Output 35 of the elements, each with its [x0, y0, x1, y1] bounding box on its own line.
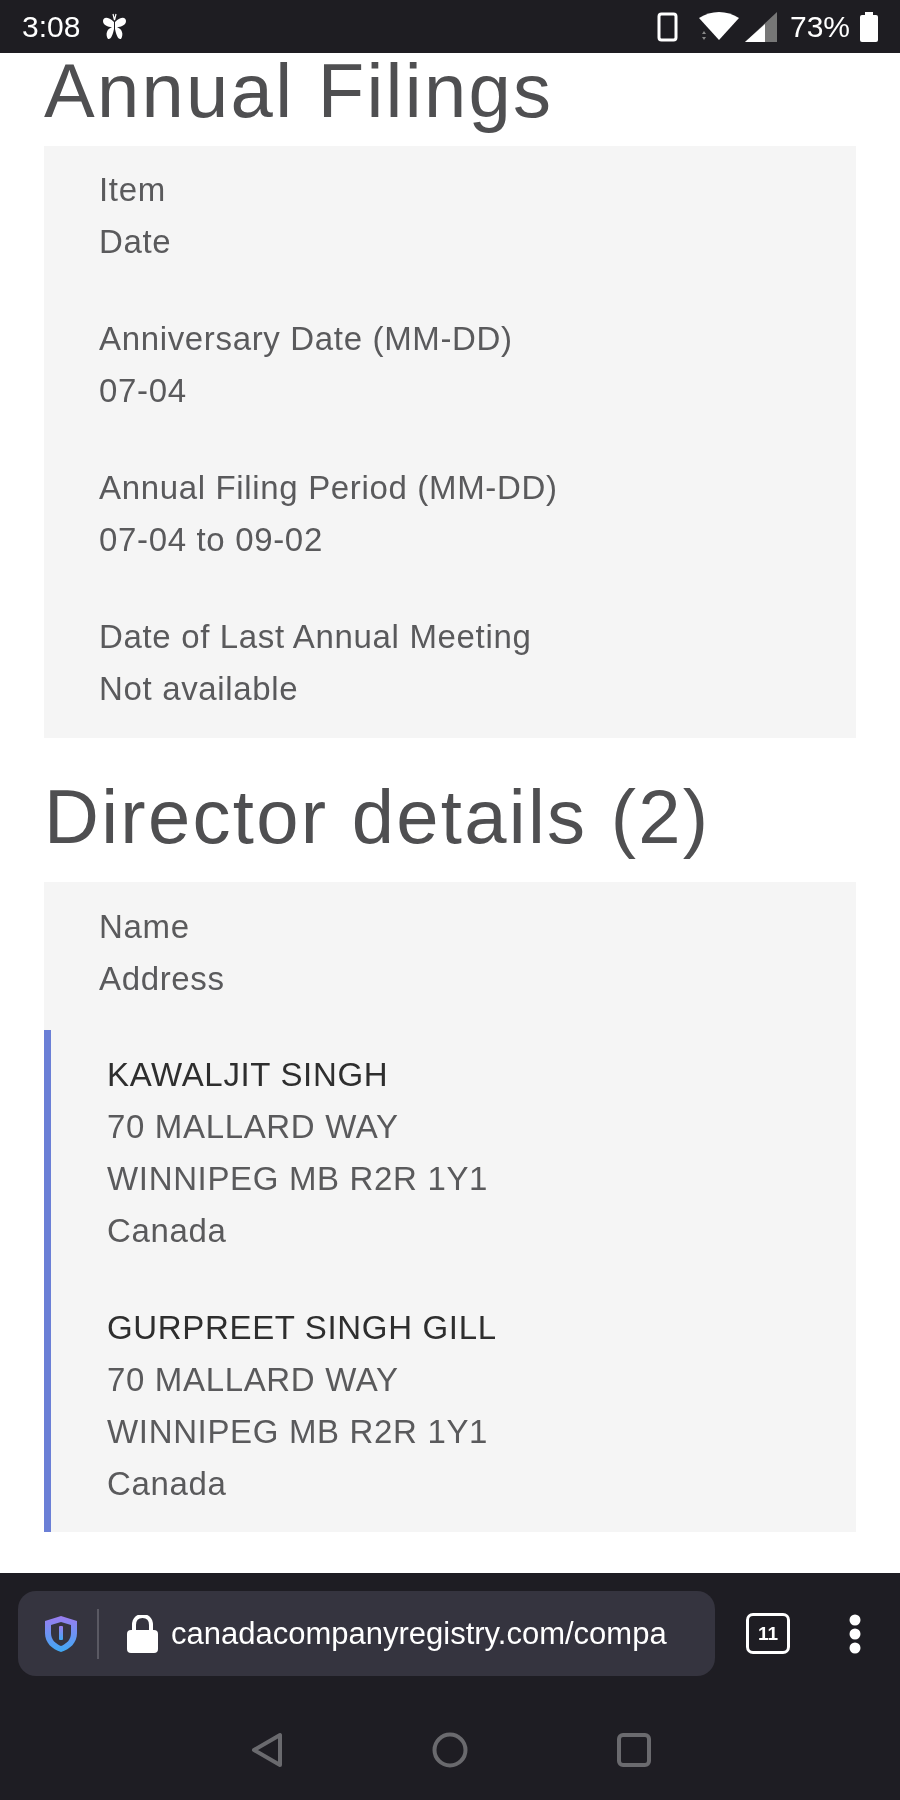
lock-icon [127, 1614, 158, 1653]
field-value: Not available [99, 669, 299, 709]
url-text: canadacompanyregistry.com/compa [171, 1618, 667, 1649]
address-line: Canada [107, 1464, 227, 1504]
more-vertical-icon [849, 1613, 861, 1654]
director-name: KAWALJIT SINGH [107, 1055, 389, 1095]
menu-button[interactable] [848, 1612, 862, 1655]
triangle-icon [249, 1732, 283, 1768]
tab-count-button[interactable]: 11 [746, 1613, 790, 1654]
field-value: 07-04 [99, 371, 187, 411]
url-bar[interactable]: canadacompanyregistry.com/compa [18, 1591, 715, 1676]
director-name: GURPREET SINGH GILL [107, 1308, 497, 1348]
column-header: Address [99, 959, 225, 999]
battery-percent: 73% [789, 11, 850, 42]
wifi-icon [698, 11, 739, 42]
address-line: WINNIPEG MB R2R 1Y1 [107, 1412, 489, 1452]
battery-icon [860, 11, 878, 42]
field-label: Annual Filing Period (MM-DD) [99, 468, 558, 508]
address-line: 70 MALLARD WAY [107, 1107, 399, 1147]
address-line: Canada [107, 1211, 227, 1251]
shield-icon[interactable] [44, 1614, 78, 1653]
signal-icon [744, 11, 777, 42]
circle-icon [432, 1732, 468, 1768]
address-line: 70 MALLARD WAY [107, 1360, 399, 1400]
column-header: Item [99, 170, 166, 210]
address-line: WINNIPEG MB R2R 1Y1 [107, 1159, 489, 1199]
column-header: Name [99, 907, 190, 947]
butterfly-icon [102, 11, 128, 42]
square-icon [617, 1733, 651, 1767]
field-value: 07-04 to 09-02 [99, 520, 323, 560]
field-label: Anniversary Date (MM-DD) [99, 319, 513, 359]
phone-icon [656, 11, 678, 42]
status-time: 3:08 [22, 11, 81, 42]
column-header: Date [99, 222, 172, 262]
field-label: Date of Last Annual Meeting [99, 617, 532, 657]
